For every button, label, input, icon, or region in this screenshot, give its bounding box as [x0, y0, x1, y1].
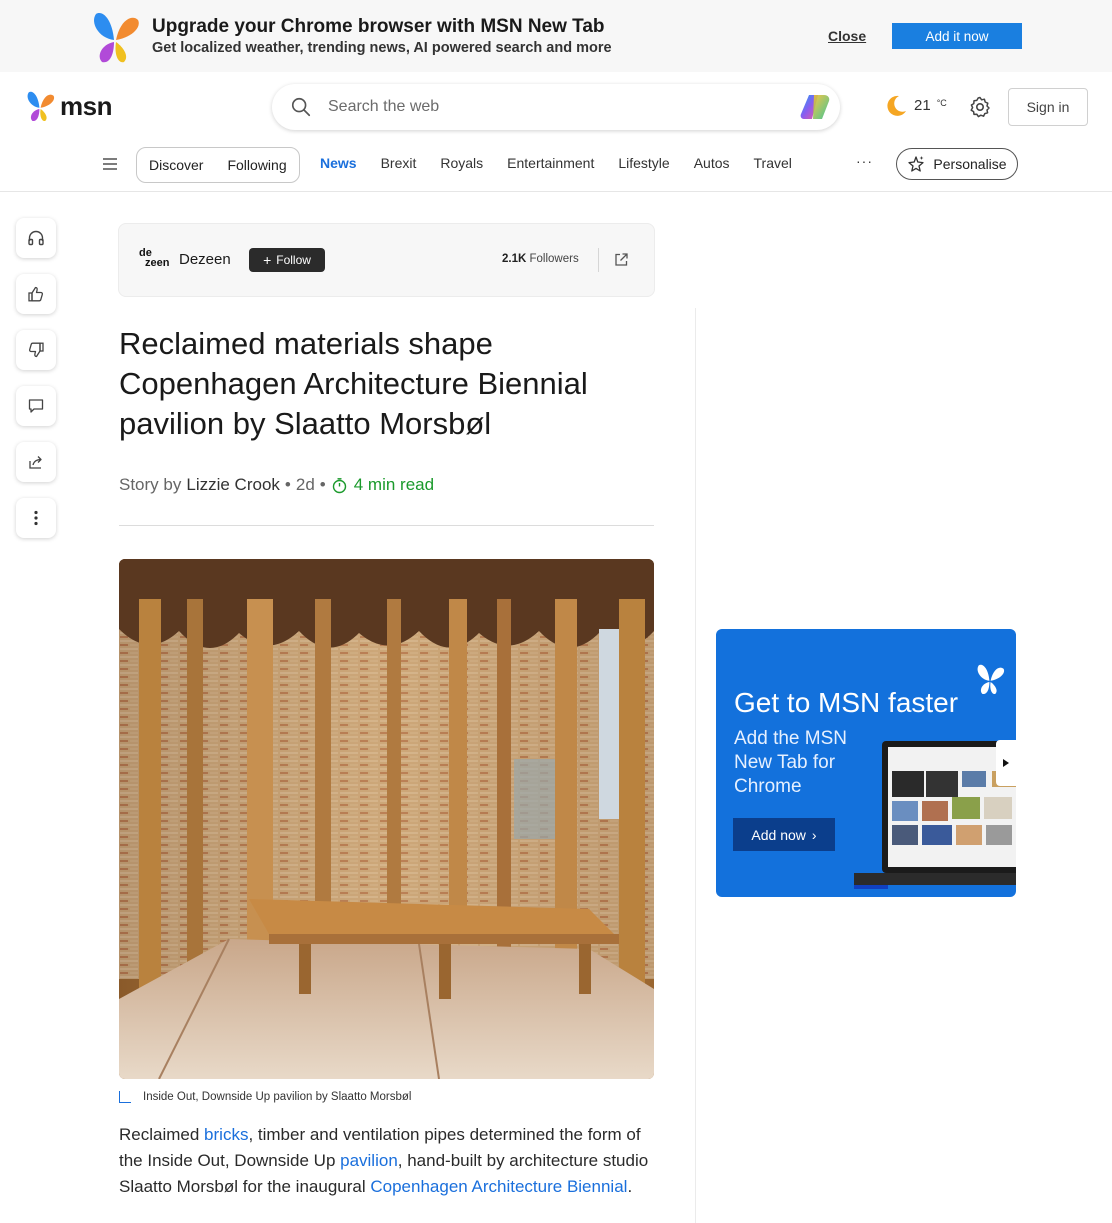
header: msn 21 °C Sig: [0, 72, 1112, 142]
feed-toggle: Discover Following: [136, 147, 300, 183]
search-input[interactable]: [328, 94, 788, 120]
listen-button[interactable]: [16, 218, 56, 258]
body-text-4: .: [627, 1177, 633, 1196]
tab-following[interactable]: Following: [227, 157, 286, 173]
play-triangle-icon: [1003, 759, 1009, 767]
article-age: 2d: [295, 475, 315, 494]
share-icon: [29, 456, 42, 469]
nav-item-autos[interactable]: Autos: [694, 155, 730, 171]
vertical-dots-icon: [34, 510, 38, 526]
share-button[interactable]: [16, 442, 56, 482]
like-button[interactable]: [16, 274, 56, 314]
byline-dot: •: [319, 475, 326, 494]
caption-marker-icon: [119, 1091, 131, 1103]
timer-icon: [332, 477, 346, 493]
msn-butterfly-icon: [94, 13, 139, 63]
nav-more-button[interactable]: ···: [856, 153, 873, 169]
promo-title: Upgrade your Chrome browser with MSN New…: [152, 16, 605, 37]
plus-icon: +: [263, 252, 272, 268]
promo-banner: Upgrade your Chrome browser with MSN New…: [0, 0, 1112, 72]
nav-item-entertainment[interactable]: Entertainment: [507, 155, 594, 171]
story-by-label: Story by: [119, 475, 182, 494]
msn-logo-text: msn: [60, 90, 112, 121]
sidebar-divider: [695, 308, 696, 1223]
msn-ad-banner[interactable]: Get to MSN faster Add the MSN New Tab fo…: [716, 629, 1016, 897]
external-link-icon[interactable]: [613, 252, 629, 268]
nav-item-brexit[interactable]: Brexit: [381, 155, 417, 171]
dezeen-logo-line2: zeen: [145, 257, 170, 269]
msn-butterfly-icon: [977, 664, 1005, 694]
read-time: 4 min read: [331, 475, 434, 495]
article-photo[interactable]: [119, 559, 654, 1079]
gear-icon[interactable]: [968, 95, 992, 119]
body-text-1: Reclaimed: [119, 1125, 205, 1144]
promo-subtitle: Get localized weather, trending news, AI…: [152, 40, 612, 56]
headphones-icon: [28, 230, 44, 246]
comment-icon: [28, 399, 44, 413]
followers-label: Followers: [529, 253, 579, 265]
msn-butterfly-icon: [27, 91, 55, 121]
publisher-divider: [598, 248, 599, 272]
personalise-button[interactable]: Personalise: [896, 148, 1018, 180]
thumbs-down-icon: [28, 342, 44, 358]
photo-caption: Inside Out, Downside Up pavilion by Slaa…: [119, 1091, 411, 1103]
nav-item-lifestyle[interactable]: Lifestyle: [618, 155, 669, 171]
personalise-label: Personalise: [933, 156, 1007, 172]
search-box: [272, 84, 840, 130]
moon-icon: [887, 95, 906, 116]
byline-divider: [119, 525, 654, 526]
weather-temperature: 21: [914, 97, 931, 114]
sign-in-button[interactable]: Sign in: [1008, 88, 1088, 126]
promo-add-button[interactable]: Add it now: [892, 23, 1022, 49]
comment-button[interactable]: [16, 386, 56, 426]
more-options-button[interactable]: [16, 498, 56, 538]
weather-unit: °C: [936, 98, 947, 108]
category-nav: Discover Following News Brexit Royals En…: [0, 142, 1112, 192]
nav-item-news[interactable]: News: [320, 155, 357, 171]
thumbs-up-icon: [28, 286, 44, 302]
link-bricks[interactable]: bricks: [204, 1125, 248, 1144]
ad-subtitle: Add the MSN New Tab for Chrome: [734, 728, 847, 797]
sparkle-star-icon: [908, 156, 925, 172]
nav-item-travel[interactable]: Travel: [754, 155, 792, 171]
weather-widget[interactable]: 21 °C: [884, 94, 947, 118]
article-byline: Story by Lizzie Crook • 2d • 4 min read: [119, 475, 434, 495]
article-headline: Reclaimed materials shape Copenhagen Arc…: [119, 326, 588, 441]
promo-close-link[interactable]: Close: [828, 28, 866, 44]
ad-add-now-button[interactable]: Add now ›: [733, 818, 835, 851]
author-name[interactable]: Lizzie Crook: [186, 475, 280, 495]
publisher-name[interactable]: Dezeen: [179, 251, 231, 268]
read-time-label: 4 min read: [353, 475, 435, 494]
article-body: Reclaimed bricks, timber and ventilation…: [119, 1122, 659, 1200]
byline-dot: •: [284, 475, 291, 494]
link-pavilion[interactable]: pavilion: [340, 1151, 398, 1170]
follow-label: Follow: [276, 253, 311, 267]
dislike-button[interactable]: [16, 330, 56, 370]
search-icon[interactable]: [290, 96, 312, 118]
copilot-icon[interactable]: [800, 93, 830, 121]
publisher-card: de zeen Dezeen + Follow 2.1K Followers: [118, 223, 655, 297]
follow-button[interactable]: + Follow: [249, 248, 325, 272]
link-copenhagen-biennial[interactable]: Copenhagen Architecture Biennial: [370, 1177, 627, 1196]
followers-number: 2.1K: [502, 253, 527, 265]
ad-next-arrow[interactable]: [996, 740, 1016, 786]
hamburger-menu-icon[interactable]: [102, 157, 118, 171]
photo-caption-text: Inside Out, Downside Up pavilion by Slaa…: [143, 1091, 412, 1103]
followers-count: 2.1K Followers: [502, 253, 579, 265]
nav-links: News Brexit Royals Entertainment Lifesty…: [320, 155, 792, 171]
dezeen-logo[interactable]: de zeen: [139, 248, 170, 269]
chevron-right-icon: ›: [811, 826, 817, 843]
laptop-illustration: [854, 741, 1016, 889]
msn-logo[interactable]: msn: [24, 90, 112, 122]
nav-item-royals[interactable]: Royals: [440, 155, 483, 171]
ad-button-label: Add now: [751, 826, 806, 843]
tab-discover[interactable]: Discover: [149, 157, 203, 173]
ad-title: Get to MSN faster: [734, 687, 959, 718]
